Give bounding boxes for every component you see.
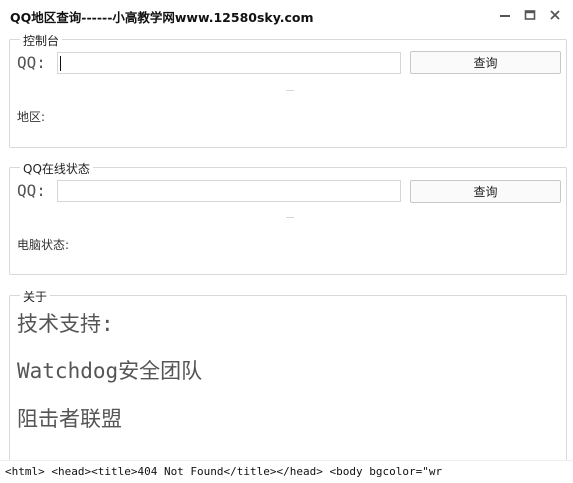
online-status-group: QQ在线状态 QQ: 查询 电脑状态: [9, 160, 567, 275]
about-group: 关于 技术支持: Watchdog安全团队 阻击者联盟 [9, 288, 567, 465]
status-qq-input[interactable] [57, 180, 401, 202]
text-caret [60, 56, 61, 71]
about-line-alliance: 阻击者联盟 [17, 407, 122, 431]
console-query-button[interactable]: 查询 [410, 51, 561, 74]
separator-mark [286, 90, 294, 91]
about-line-team: Watchdog安全团队 [17, 359, 203, 383]
about-line-support: 技术支持: [17, 312, 114, 336]
maximize-icon [524, 10, 536, 20]
title-bar: QQ地区查询------小高教学网www.12580sky.com [0, 0, 573, 30]
pc-status-label: 电脑状态: [17, 238, 70, 252]
online-status-group-legend: QQ在线状态 [20, 160, 93, 177]
status-query-button[interactable]: 查询 [410, 180, 561, 203]
close-button[interactable] [544, 5, 566, 25]
maximize-button[interactable] [519, 5, 541, 25]
status-qq-label: QQ: [17, 181, 46, 200]
console-qq-input[interactable] [57, 52, 401, 74]
status-bar-text: <html> <head><title>404 Not Found</title… [5, 465, 443, 478]
region-label: 地区: [17, 110, 46, 124]
minimize-icon [500, 15, 510, 17]
console-group-legend: 控制台 [20, 32, 63, 49]
close-icon [550, 10, 560, 20]
console-group: 控制台 QQ: 查询 地区: [9, 32, 567, 148]
window-title: QQ地区查询------小高教学网www.12580sky.com [10, 10, 314, 25]
minimize-button[interactable] [494, 5, 516, 25]
console-qq-label: QQ: [17, 53, 46, 72]
about-group-legend: 关于 [20, 288, 51, 305]
status-bar: <html> <head><title>404 Not Found</title… [0, 460, 573, 483]
separator-mark [286, 217, 294, 218]
